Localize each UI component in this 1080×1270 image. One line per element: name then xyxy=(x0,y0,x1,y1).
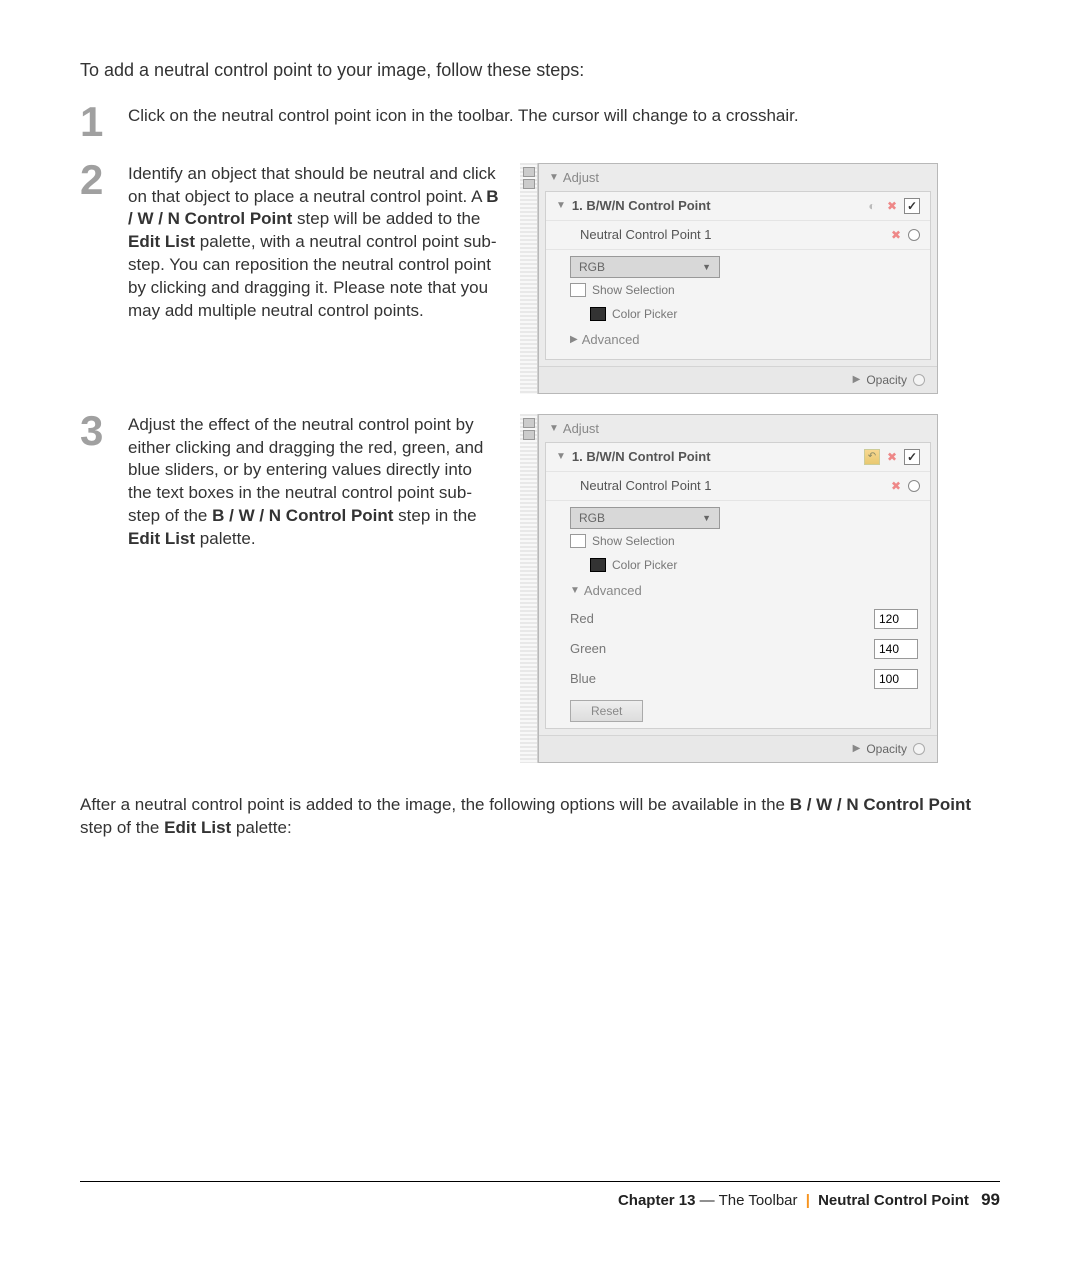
adjust-header[interactable]: ▼ Adjust xyxy=(539,164,937,191)
history-icon[interactable]: ↶ xyxy=(864,449,880,465)
reset-button[interactable]: Reset xyxy=(570,700,643,722)
panel-drag-rail[interactable] xyxy=(520,414,538,763)
opacity-label: Opacity xyxy=(866,373,907,387)
advanced-toggle[interactable]: ▶Advanced xyxy=(570,326,918,353)
intro-text: To add a neutral control point to your i… xyxy=(80,60,1000,81)
green-input[interactable] xyxy=(874,639,918,659)
chapter-title: The Toolbar xyxy=(719,1192,798,1209)
neutral-point-row[interactable]: Neutral Control Point 1 ✖ xyxy=(546,221,930,250)
checkbox-checked[interactable]: ✓ xyxy=(904,198,920,214)
opacity-bar[interactable]: ▶ Opacity xyxy=(539,735,937,762)
show-selection-label: Show Selection xyxy=(592,283,675,297)
radio-unchecked[interactable] xyxy=(913,743,925,755)
triangle-down-icon: ▼ xyxy=(549,423,559,434)
advanced-toggle[interactable]: ▼Advanced xyxy=(570,577,918,604)
separator-icon: | xyxy=(806,1192,810,1209)
adjust-header[interactable]: ▼ Adjust xyxy=(539,415,937,442)
rail-icon xyxy=(523,179,535,189)
history-icon[interactable]: ◐ xyxy=(864,198,880,214)
radio-checked[interactable] xyxy=(908,229,920,241)
blue-label: Blue xyxy=(570,671,596,686)
delete-icon[interactable]: ✖ xyxy=(888,478,904,494)
checkbox-checked[interactable]: ✓ xyxy=(904,449,920,465)
rail-icon xyxy=(523,167,535,177)
dropdown-value: RGB xyxy=(579,511,605,525)
section-title: Neutral Control Point xyxy=(818,1192,969,1209)
colorspace-dropdown[interactable]: RGB ▼ xyxy=(570,507,720,529)
triangle-right-icon: ▶ xyxy=(853,743,861,754)
blue-input[interactable] xyxy=(874,669,918,689)
radio-unchecked[interactable] xyxy=(913,374,925,386)
opacity-bar[interactable]: ▶ Opacity xyxy=(539,366,937,393)
chevron-down-icon: ▼ xyxy=(702,262,711,272)
chapter-label: Chapter 13 xyxy=(618,1192,696,1209)
delete-icon[interactable]: ✖ xyxy=(884,198,900,214)
neutral-point-label: Neutral Control Point 1 xyxy=(580,478,712,493)
step-1: 1 Click on the neutral control point ico… xyxy=(80,105,1000,139)
red-input[interactable] xyxy=(874,609,918,629)
triangle-down-icon: ▼ xyxy=(556,451,566,462)
delete-icon[interactable]: ✖ xyxy=(884,449,900,465)
triangle-right-icon: ▶ xyxy=(853,374,861,385)
green-row: Green xyxy=(546,634,930,664)
adjust-label: Adjust xyxy=(563,421,599,436)
adjust-panel-collapsed: ▼ Adjust ▼ 1. B/W/N Control Point ◐ ✖ ✓ xyxy=(538,163,938,394)
panel-drag-rail[interactable] xyxy=(520,163,538,394)
control-point-title: 1. B/W/N Control Point xyxy=(572,449,711,464)
page-footer: Chapter 13 — The Toolbar | Neutral Contr… xyxy=(80,1181,1000,1210)
opacity-label: Opacity xyxy=(866,742,907,756)
triangle-down-icon: ▼ xyxy=(549,172,559,183)
radio-checked[interactable] xyxy=(908,480,920,492)
delete-icon[interactable]: ✖ xyxy=(888,227,904,243)
adjust-panel-expanded: ▼ Adjust ▼ 1. B/W/N Control Point ↶ ✖ ✓ xyxy=(538,414,938,763)
triangle-down-icon: ▼ xyxy=(570,585,580,596)
step-text: Adjust the effect of the neutral control… xyxy=(128,414,500,552)
page-number: 99 xyxy=(981,1190,1000,1209)
color-picker-swatch[interactable] xyxy=(590,307,606,321)
chevron-down-icon: ▼ xyxy=(702,513,711,523)
step-number: 3 xyxy=(80,414,112,552)
adjust-label: Adjust xyxy=(563,170,599,185)
neutral-point-row[interactable]: Neutral Control Point 1 ✖ xyxy=(546,472,930,501)
colorspace-dropdown[interactable]: RGB ▼ xyxy=(570,256,720,278)
triangle-right-icon: ▶ xyxy=(570,334,578,345)
color-picker-label: Color Picker xyxy=(612,307,677,321)
triangle-down-icon: ▼ xyxy=(556,200,566,211)
red-row: Red xyxy=(546,604,930,634)
color-picker-label: Color Picker xyxy=(612,558,677,572)
control-point-row[interactable]: ▼ 1. B/W/N Control Point ↶ ✖ ✓ xyxy=(546,443,930,472)
neutral-point-label: Neutral Control Point 1 xyxy=(580,227,712,242)
blue-row: Blue xyxy=(546,664,930,694)
control-point-row[interactable]: ▼ 1. B/W/N Control Point ◐ ✖ ✓ xyxy=(546,192,930,221)
step-text: Click on the neutral control point icon … xyxy=(128,105,1000,139)
color-picker-swatch[interactable] xyxy=(590,558,606,572)
control-point-title: 1. B/W/N Control Point xyxy=(572,198,711,213)
step-number: 2 xyxy=(80,163,112,324)
step-number: 1 xyxy=(80,105,112,139)
rail-icon xyxy=(523,418,535,428)
step-text: Identify an object that should be neutra… xyxy=(128,163,500,324)
rail-icon xyxy=(523,430,535,440)
show-selection-label: Show Selection xyxy=(592,534,675,548)
green-label: Green xyxy=(570,641,606,656)
after-text: After a neutral control point is added t… xyxy=(80,793,1000,841)
selection-swatch[interactable] xyxy=(570,283,586,297)
red-label: Red xyxy=(570,611,594,626)
selection-swatch[interactable] xyxy=(570,534,586,548)
dropdown-value: RGB xyxy=(579,260,605,274)
